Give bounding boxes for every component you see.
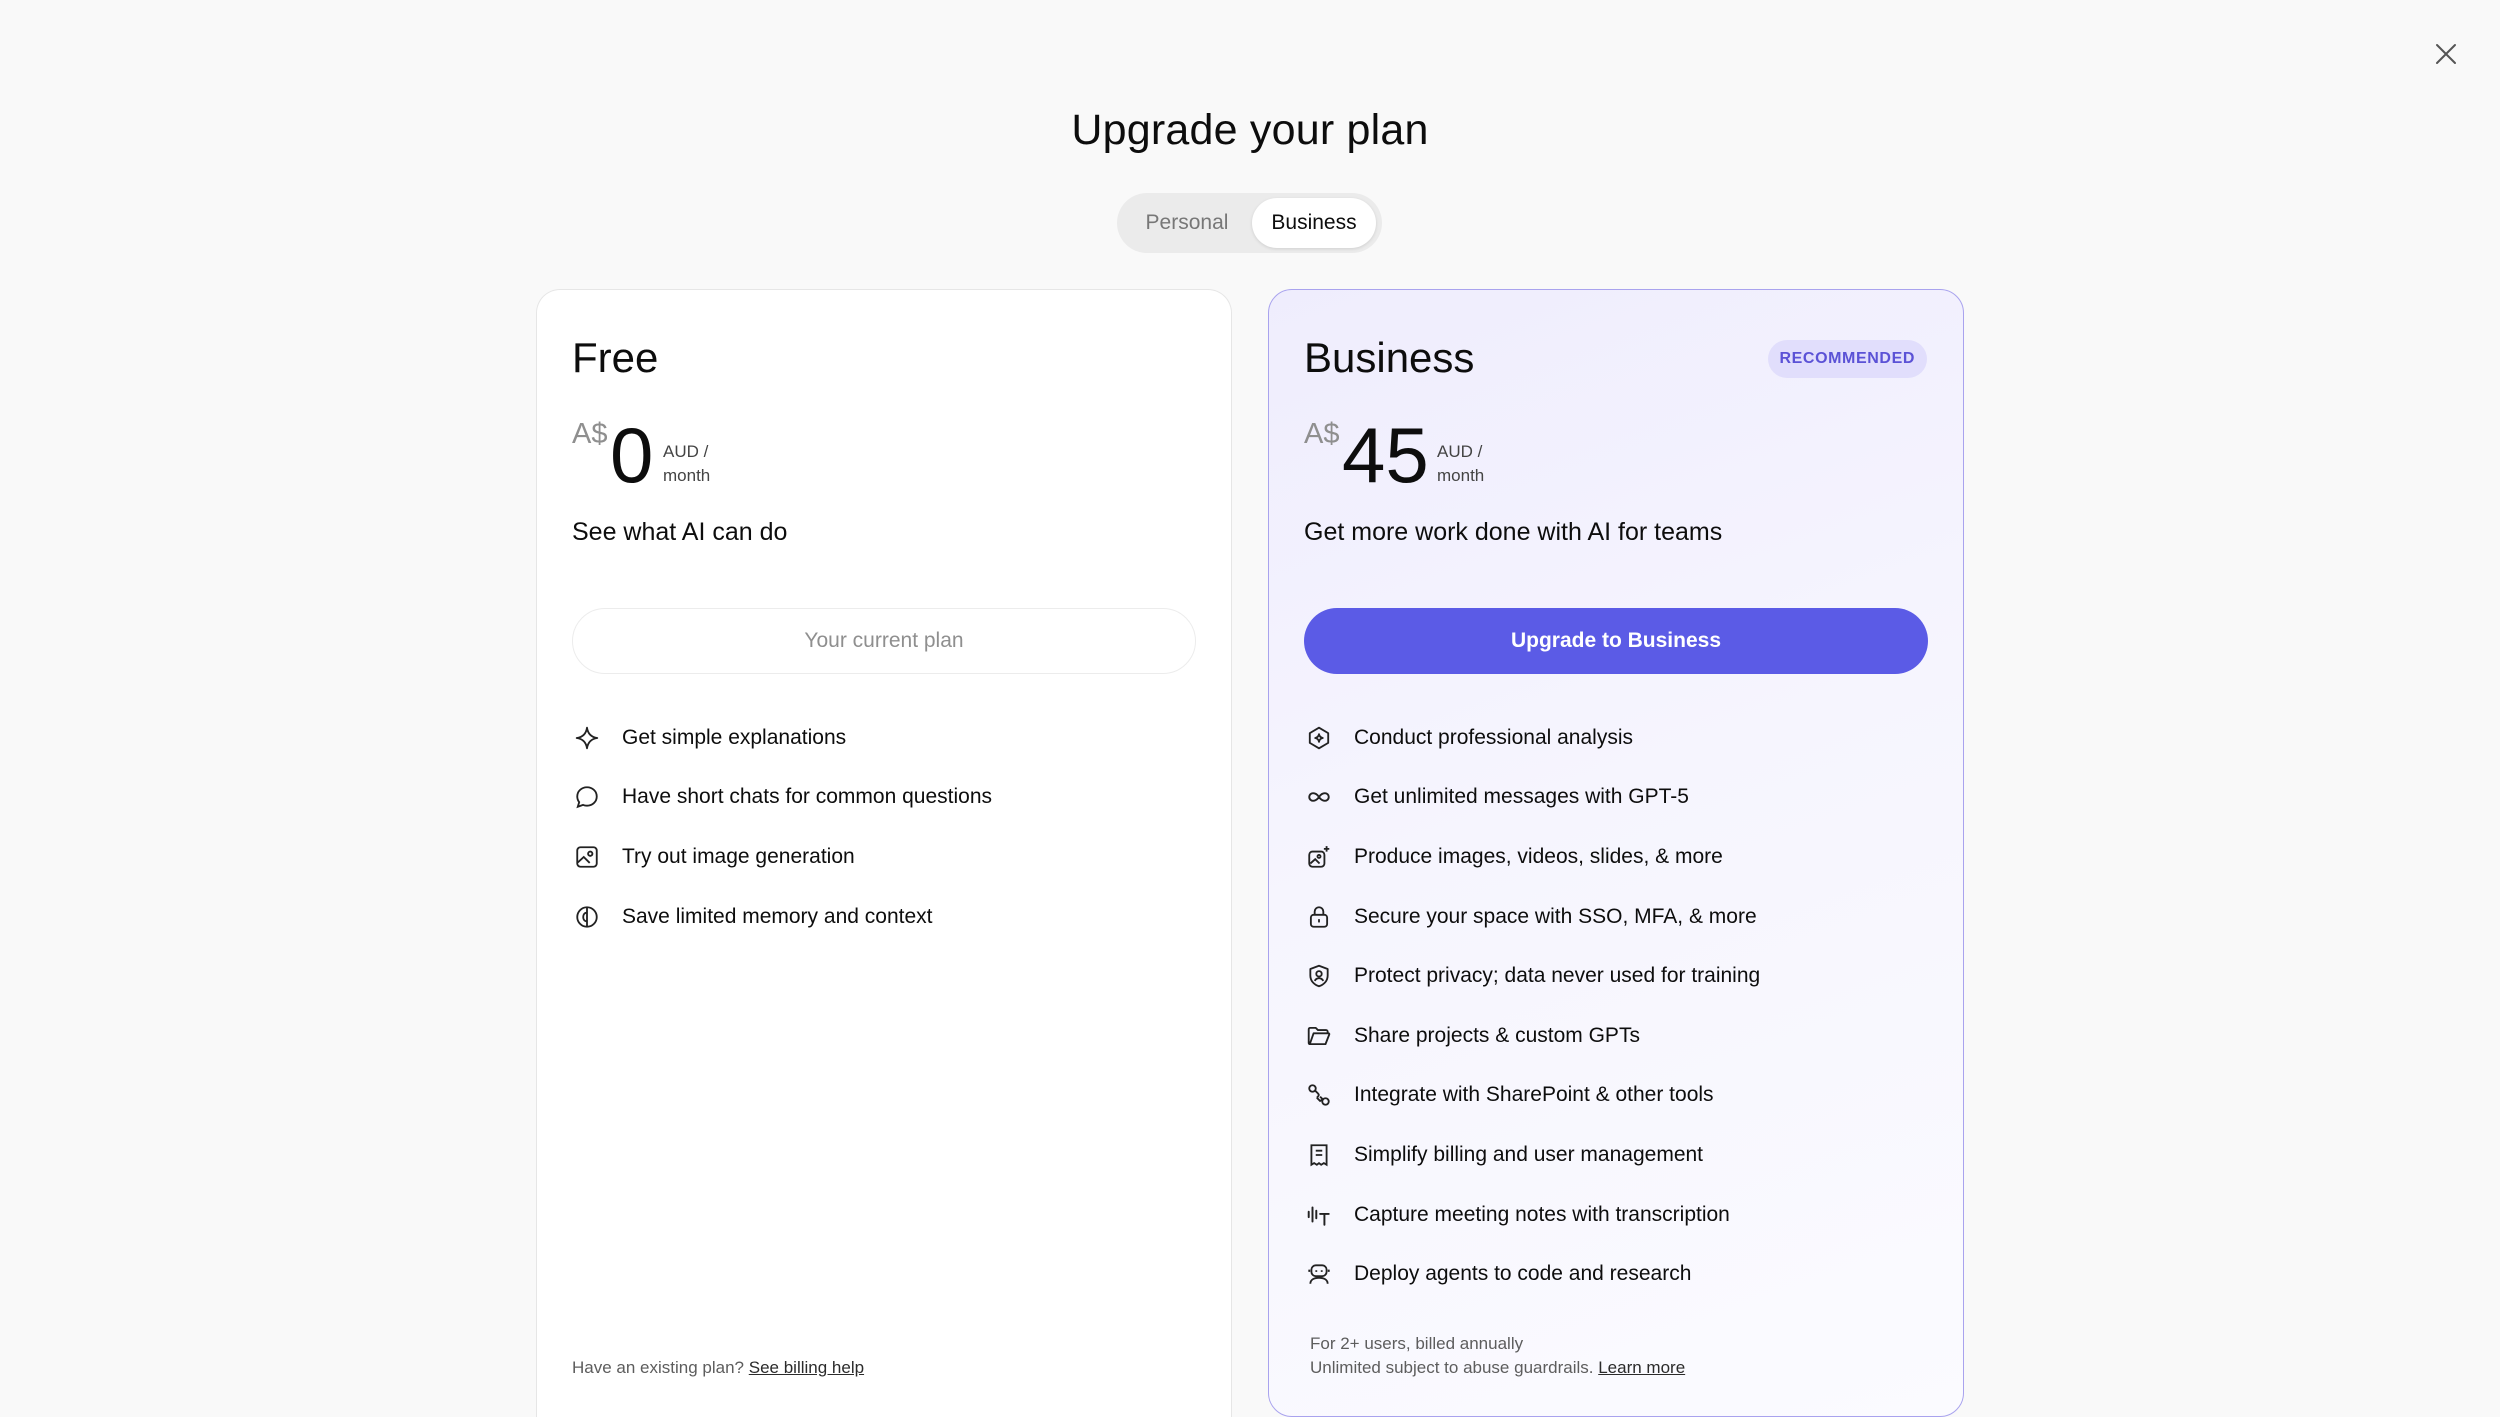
period-unit: AUD / bbox=[663, 442, 709, 461]
plan-tagline: Get more work done with AI for teams bbox=[1304, 518, 1723, 546]
list-item: Secure your space with SSO, MFA, & more bbox=[1304, 887, 1760, 947]
footnote-text: Have an existing plan? bbox=[572, 1358, 745, 1377]
toggle-personal[interactable]: Personal bbox=[1122, 198, 1252, 248]
brain-icon bbox=[572, 902, 602, 932]
feature-label: Share projects & custom GPTs bbox=[1354, 1023, 1640, 1047]
connector-icon bbox=[1304, 1080, 1334, 1110]
business-terms-note: For 2+ users, billed annually Unlimited … bbox=[1310, 1332, 1685, 1380]
footnote-line-2: Unlimited subject to abuse guardrails. bbox=[1310, 1358, 1594, 1377]
page-title: Upgrade your plan bbox=[1071, 106, 1429, 154]
sparkle-icon bbox=[572, 723, 602, 753]
upgrade-button[interactable]: Upgrade to Business bbox=[1304, 608, 1928, 674]
period-interval: month bbox=[1437, 466, 1485, 485]
list-item: Conduct professional analysis bbox=[1304, 708, 1760, 768]
current-plan-button: Your current plan bbox=[572, 608, 1196, 674]
business-plan-card: Business RECOMMENDED A$ 45 AUD / month G… bbox=[1268, 289, 1964, 1417]
list-item: Have short chats for common questions bbox=[572, 768, 992, 828]
free-plan-card: Free A$ 0 AUD / month See what AI can do… bbox=[536, 289, 1232, 1417]
list-item: Produce images, videos, slides, & more bbox=[1304, 827, 1760, 887]
lock-icon bbox=[1304, 902, 1334, 932]
plan-name: Free bbox=[572, 334, 659, 381]
feature-label: Produce images, videos, slides, & more bbox=[1354, 844, 1723, 868]
currency-symbol: A$ bbox=[572, 418, 608, 450]
business-feature-list: Conduct professional analysis Get unlimi… bbox=[1304, 708, 1760, 1304]
free-feature-list: Get simple explanations Have short chats… bbox=[572, 708, 992, 946]
feature-label: Secure your space with SSO, MFA, & more bbox=[1354, 904, 1757, 928]
plan-name: Business bbox=[1304, 334, 1475, 381]
feature-label: Capture meeting notes with transcription bbox=[1354, 1202, 1730, 1226]
period-unit: AUD / bbox=[1437, 442, 1483, 461]
feature-label: Save limited memory and context bbox=[622, 904, 933, 928]
currency-symbol: A$ bbox=[1304, 418, 1340, 450]
footnote-line-1: For 2+ users, billed annually bbox=[1310, 1334, 1524, 1353]
learn-more-link[interactable]: Learn more bbox=[1598, 1358, 1685, 1377]
period-interval: month bbox=[663, 466, 711, 485]
list-item: Protect privacy; data never used for tra… bbox=[1304, 946, 1760, 1006]
feature-label: Try out image generation bbox=[622, 844, 855, 868]
analysis-icon bbox=[1304, 723, 1334, 753]
price-period: AUD / month bbox=[1437, 440, 1484, 488]
infinity-icon bbox=[1304, 782, 1334, 812]
list-item: Get simple explanations bbox=[572, 708, 992, 768]
toggle-business[interactable]: Business bbox=[1252, 198, 1376, 248]
recommended-badge: RECOMMENDED bbox=[1767, 340, 1927, 378]
close-icon bbox=[2436, 44, 2456, 64]
list-item: Capture meeting notes with transcription bbox=[1304, 1185, 1760, 1245]
receipt-icon bbox=[1304, 1140, 1334, 1170]
feature-label: Conduct professional analysis bbox=[1354, 725, 1633, 749]
feature-label: Protect privacy; data never used for tra… bbox=[1354, 964, 1761, 988]
feature-label: Get simple explanations bbox=[622, 725, 847, 749]
media-create-icon bbox=[1304, 842, 1334, 872]
price-period: AUD / month bbox=[663, 440, 710, 488]
list-item: Deploy agents to code and research bbox=[1304, 1244, 1760, 1304]
plan-tagline: See what AI can do bbox=[572, 518, 788, 546]
plan-type-toggle: Personal Business bbox=[1117, 193, 1382, 253]
folder-icon bbox=[1304, 1021, 1334, 1051]
close-button[interactable] bbox=[2428, 36, 2464, 72]
transcription-icon bbox=[1304, 1200, 1334, 1230]
list-item: Integrate with SharePoint & other tools bbox=[1304, 1066, 1760, 1126]
list-item: Try out image generation bbox=[572, 827, 992, 887]
chat-bubble-icon bbox=[572, 782, 602, 812]
shield-user-icon bbox=[1304, 961, 1334, 991]
robot-icon bbox=[1304, 1259, 1334, 1289]
feature-label: Integrate with SharePoint & other tools bbox=[1354, 1083, 1714, 1107]
billing-help-note: Have an existing plan? See billing help bbox=[572, 1356, 864, 1380]
list-item: Simplify billing and user management bbox=[1304, 1125, 1760, 1185]
billing-help-link[interactable]: See billing help bbox=[749, 1358, 864, 1377]
price-amount: 0 bbox=[610, 411, 654, 499]
image-icon bbox=[572, 842, 602, 872]
feature-label: Have short chats for common questions bbox=[622, 785, 993, 809]
list-item: Save limited memory and context bbox=[572, 887, 992, 947]
feature-label: Get unlimited messages with GPT-5 bbox=[1354, 785, 1689, 809]
price-amount: 45 bbox=[1342, 411, 1429, 499]
list-item: Get unlimited messages with GPT-5 bbox=[1304, 768, 1760, 828]
feature-label: Simplify billing and user management bbox=[1354, 1142, 1704, 1166]
list-item: Share projects & custom GPTs bbox=[1304, 1006, 1760, 1066]
feature-label: Deploy agents to code and research bbox=[1354, 1262, 1692, 1286]
